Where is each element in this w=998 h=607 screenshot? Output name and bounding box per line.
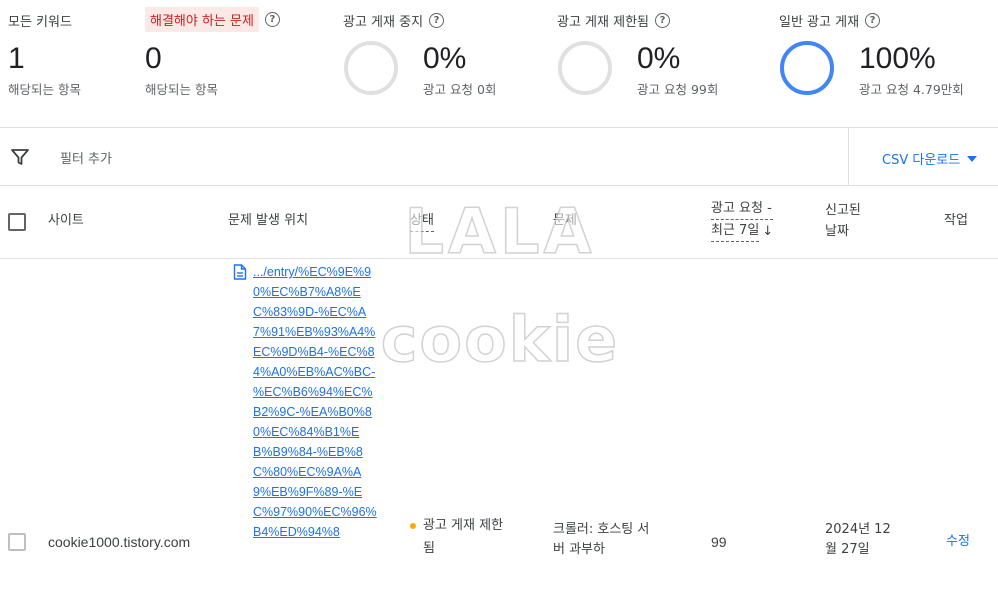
edit-link[interactable]: 수정 xyxy=(946,532,970,552)
help-icon[interactable]: ? xyxy=(429,13,445,28)
card-ads-stopped[interactable]: 광고 게재 중지 ? 0% 광고 요청 0회 xyxy=(343,0,543,128)
summary-strip: 모든 키워드 1 해당되는 항목 해결해야 하는 문제 ? 0 해당되는 항목 … xyxy=(0,0,998,128)
header-status[interactable]: 상태 xyxy=(410,210,434,232)
sort-down-icon: ↓ xyxy=(762,223,774,239)
table-header: 사이트 문제 발생 위치 상태 문제 광고 요청 - 최근 7일 ↓ 신고된 날… xyxy=(0,186,998,259)
header-site[interactable]: 사이트 xyxy=(48,210,84,231)
card-sub: 해당되는 항목 xyxy=(8,82,81,97)
filter-icon[interactable] xyxy=(10,147,30,167)
status-cell: 광고 게재 제한 됨 xyxy=(423,518,504,556)
help-icon[interactable]: ? xyxy=(655,13,670,28)
issue-cell: 크롤러: 호스팅 서 버 과부하 xyxy=(553,522,650,557)
help-icon[interactable]: ? xyxy=(264,12,280,27)
card-label: 해결해야 하는 문제 ? xyxy=(145,7,280,32)
progress-ring xyxy=(780,41,834,95)
card-sub: 해당되는 항목 xyxy=(145,82,218,97)
reported-date-cell: 2024년 12 월 27일 xyxy=(825,522,891,557)
progress-ring xyxy=(344,41,398,95)
header-location[interactable]: 문제 발생 위치 xyxy=(228,210,308,231)
card-sub: 광고 요청 99회 xyxy=(637,82,719,97)
status-warning-dot xyxy=(410,523,416,529)
card-all-keywords[interactable]: 모든 키워드 1 해당되는 항목 xyxy=(8,0,138,128)
header-requests-line1: 광고 요청 - xyxy=(711,198,774,220)
help-icon[interactable]: ? xyxy=(865,13,881,28)
card-value: 1 xyxy=(8,42,25,75)
requests-cell: 99 xyxy=(711,534,727,550)
card-label: 광고 게재 제한됨 ? xyxy=(557,11,670,30)
card-to-fix[interactable]: 해결해야 하는 문제 ? 0 해당되는 항목 xyxy=(145,0,325,128)
card-ads-normal[interactable]: 일반 광고 게재 ? 100% 광고 요청 4.79만회 xyxy=(779,0,994,128)
header-reported[interactable]: 신고된 날짜 xyxy=(825,200,861,242)
caret-down-icon xyxy=(967,155,978,162)
select-all-checkbox[interactable] xyxy=(8,213,26,231)
card-value: 0% xyxy=(423,42,467,75)
header-requests[interactable]: 광고 요청 - 최근 7일 ↓ xyxy=(711,198,774,242)
csv-download-button[interactable]: CSV 다운로드 xyxy=(882,149,978,168)
add-filter-input[interactable]: 필터 추가 xyxy=(60,148,112,167)
card-value: 100% xyxy=(859,42,936,75)
card-ads-limited[interactable]: 광고 게재 제한됨 ? 0% 광고 요청 99회 xyxy=(557,0,767,128)
filter-bar: 필터 추가 CSV 다운로드 xyxy=(0,128,998,186)
card-value: 0% xyxy=(637,42,681,75)
card-value: 0 xyxy=(145,42,162,75)
table-row[interactable]: cookie1000.tistory.com .../entry/%EC%9E%… xyxy=(0,259,998,607)
document-icon xyxy=(233,264,247,280)
header-action: 작업 xyxy=(944,213,968,228)
csv-download-area: CSV 다운로드 xyxy=(848,128,998,185)
issue-location-link[interactable]: .../entry/%EC%9E%90%EC%B7%A8%EC%83%9D-%E… xyxy=(253,262,378,542)
header-issue[interactable]: 문제 xyxy=(553,210,577,231)
card-label: 광고 게재 중지 ? xyxy=(343,11,445,30)
card-label: 일반 광고 게재 ? xyxy=(779,11,881,30)
card-label: 모든 키워드 xyxy=(8,15,72,30)
progress-ring xyxy=(558,41,612,95)
site-cell: cookie1000.tistory.com xyxy=(48,534,191,550)
card-sub: 광고 요청 0회 xyxy=(423,82,497,97)
header-requests-line2: 최근 7일 xyxy=(711,220,760,242)
row-checkbox[interactable] xyxy=(8,533,26,551)
card-sub: 광고 요청 4.79만회 xyxy=(859,82,964,97)
